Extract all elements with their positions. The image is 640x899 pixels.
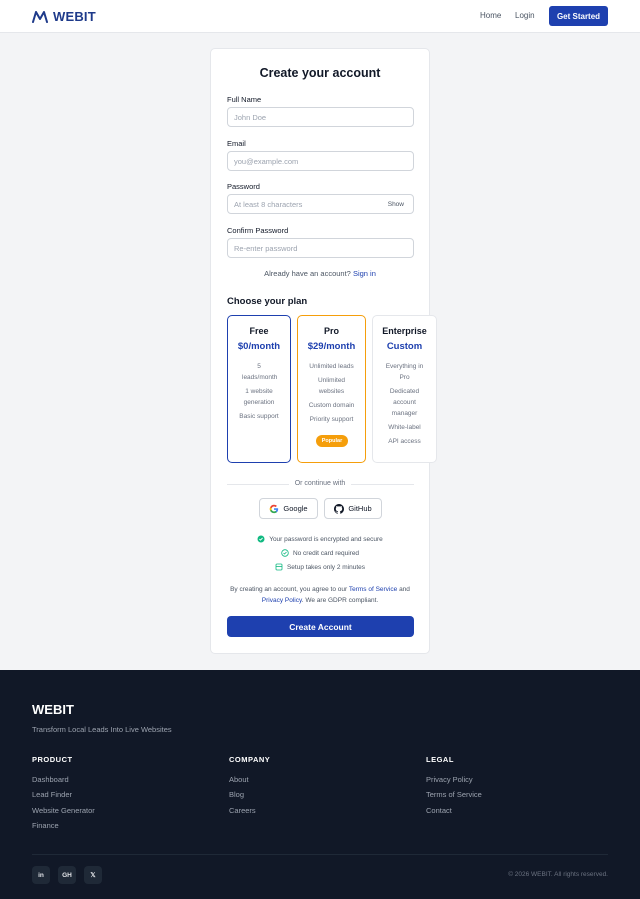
site-footer: WEBIT Transform Local Leads Into Live We… <box>0 670 640 899</box>
full-name-label: Full Name <box>227 95 262 104</box>
plan-feature: Custom domain <box>308 402 355 409</box>
plan-feature: 1 website generation <box>243 388 275 406</box>
github-label: GitHub <box>348 504 372 513</box>
confirm-password-label: Confirm Password <box>227 226 289 235</box>
plan-card-free[interactable]: Free $0/month 5 leads/month 1 website ge… <box>227 315 291 463</box>
nav-home-link[interactable]: Home <box>480 11 501 20</box>
terms-prefix: By creating an account, you agree to our <box>230 586 348 593</box>
terms-link[interactable]: Terms of Service <box>349 586 397 593</box>
plan-feature: Unlimited leads <box>309 363 354 370</box>
password-input[interactable]: At least 8 characters Show <box>227 194 414 214</box>
get-started-button[interactable]: Get Started <box>549 6 608 26</box>
footer-link-careers[interactable]: Careers <box>229 806 256 815</box>
plan-feature: Basic support <box>239 413 279 420</box>
footer-link-lead-finder[interactable]: Lead Finder <box>32 790 72 799</box>
trust-text: No credit card required <box>292 549 360 557</box>
linkedin-icon[interactable]: in <box>32 866 50 884</box>
signin-prompt: Already have an account? Sign in <box>211 269 429 278</box>
footer-link-contact[interactable]: Contact <box>426 806 452 815</box>
email-input[interactable]: you@example.com <box>227 151 414 171</box>
plan-feature: Priority support <box>309 416 354 423</box>
github-social-icon[interactable]: GH <box>58 866 76 884</box>
plan-features: 5 leads/month 1 website generation Basic… <box>232 361 286 425</box>
github-icon <box>334 503 345 514</box>
plan-section-title: Choose your plan <box>227 296 308 307</box>
plan-price: Custom <box>386 341 423 352</box>
show-password-toggle[interactable]: Show <box>388 201 404 208</box>
check-circle-icon <box>281 549 289 557</box>
nav-login-link[interactable]: Login <box>515 11 535 20</box>
terms-suffix: . We are GDPR compliant. <box>301 597 379 604</box>
email-label: Email <box>227 139 246 148</box>
page-title: Create your account <box>259 66 381 80</box>
shield-check-icon <box>257 535 265 543</box>
footer-link-blog[interactable]: Blog <box>229 790 244 799</box>
google-signin-button[interactable]: Google <box>259 498 318 519</box>
signup-card: Create your account Full Name John Doe E… <box>210 48 437 654</box>
trust-item-no-card: No credit card required <box>211 549 429 557</box>
full-name-input[interactable]: John Doe <box>227 107 414 127</box>
x-social-icon[interactable]: 𝕏 <box>84 866 102 884</box>
footer-brand: WEBIT <box>32 702 74 717</box>
plan-name: Enterprise <box>382 326 427 336</box>
plan-price: $0/month <box>237 341 281 352</box>
plan-card-pro[interactable]: Pro $29/month Unlimited leads Unlimited … <box>297 315 366 463</box>
footer-link-about[interactable]: About <box>229 775 249 784</box>
logo-icon <box>32 11 48 23</box>
create-account-button[interactable]: Create Account <box>227 616 414 637</box>
signin-link[interactable]: Sign in <box>353 269 376 278</box>
footer-link-terms[interactable]: Terms of Service <box>426 790 482 799</box>
terms-and: and <box>399 586 410 593</box>
google-label: Google <box>283 504 308 513</box>
password-placeholder: At least 8 characters <box>234 199 303 209</box>
google-icon <box>270 504 279 513</box>
confirm-password-input[interactable]: Re-enter password <box>227 238 414 258</box>
footer-link-finance[interactable]: Finance <box>32 821 59 830</box>
brand-name: WEBIT <box>53 9 96 24</box>
plan-feature: API access <box>388 438 421 445</box>
plan-feature: Dedicated account manager <box>389 388 420 417</box>
footer-heading-company: COMPANY <box>229 755 271 764</box>
plan-card-enterprise[interactable]: Enterprise Custom Everything in Pro Dedi… <box>372 315 437 463</box>
footer-heading-legal: LEGAL <box>426 755 454 764</box>
plan-price: $29/month <box>307 341 356 352</box>
plan-features: Unlimited leads Unlimited websites Custo… <box>302 361 361 428</box>
timer-icon <box>275 563 283 571</box>
top-navbar: WEBIT Home Login Get Started <box>0 0 640 33</box>
footer-heading-product: PRODUCT <box>32 755 73 764</box>
terms-notice: By creating an account, you agree to our… <box>225 584 415 606</box>
footer-link-dashboard[interactable]: Dashboard <box>32 775 69 784</box>
footer-tagline: Transform Local Leads Into Live Websites <box>32 725 172 734</box>
plan-feature: White-label <box>388 424 421 431</box>
trust-text: Your password is encrypted and secure <box>269 535 383 543</box>
plan-feature: Unlimited websites <box>317 377 346 395</box>
plan-feature: Everything in Pro <box>385 363 424 381</box>
footer-link-website-generator[interactable]: Website Generator <box>32 806 95 815</box>
plan-name: Pro <box>323 326 339 336</box>
privacy-link[interactable]: Privacy Policy <box>262 597 302 604</box>
plan-name: Free <box>249 326 269 336</box>
plan-feature: 5 leads/month <box>242 363 278 381</box>
trust-item-setup: Setup takes only 2 minutes <box>211 563 429 571</box>
trust-text: Setup takes only 2 minutes <box>286 563 366 571</box>
github-signin-button[interactable]: GitHub <box>324 498 382 519</box>
brand-logo[interactable]: WEBIT <box>32 9 96 24</box>
already-account-text: Already have an account? <box>264 269 351 278</box>
copyright-text: © 2026 WEBIT. All rights reserved. <box>508 871 608 878</box>
trust-item-encrypted: Your password is encrypted and secure <box>211 535 429 543</box>
plan-features: Everything in Pro Dedicated account mana… <box>377 361 432 450</box>
footer-link-privacy[interactable]: Privacy Policy <box>426 775 473 784</box>
footer-divider <box>32 854 608 855</box>
popular-badge: Popular <box>316 435 348 447</box>
password-label: Password <box>227 182 260 191</box>
or-continue-text: Or continue with <box>294 480 346 487</box>
